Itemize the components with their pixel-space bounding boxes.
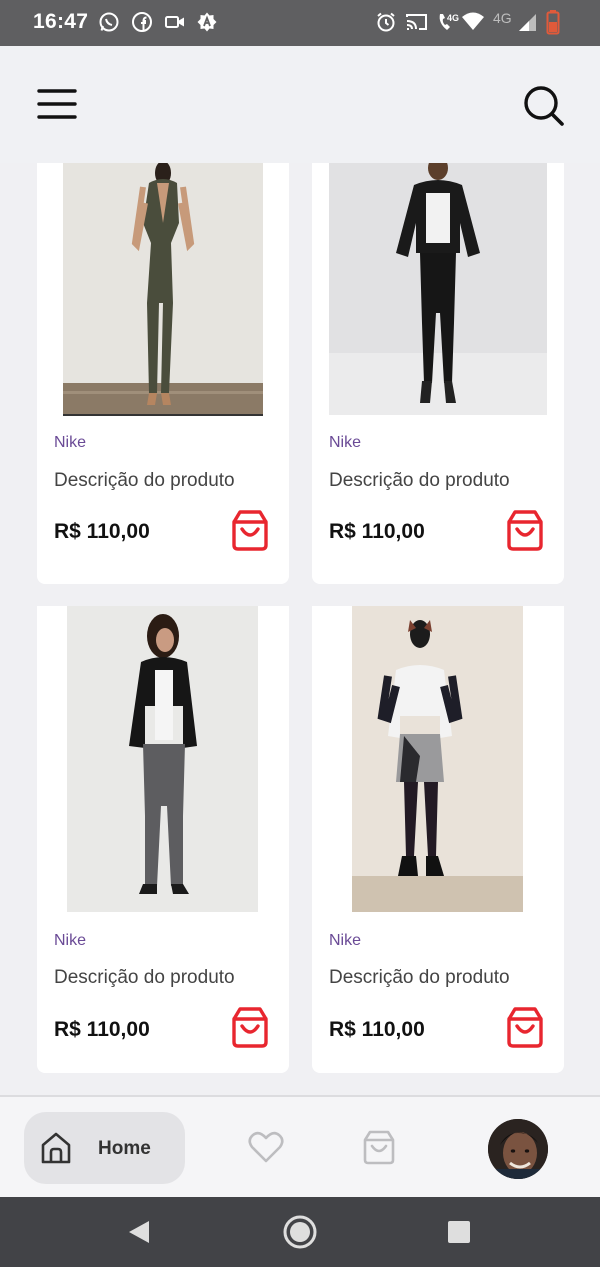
bottom-navigation: Home xyxy=(0,1095,600,1199)
system-navigation-bar xyxy=(0,1197,600,1267)
home-icon xyxy=(41,1132,71,1164)
product-image xyxy=(312,606,564,912)
product-description: Descrição do produto xyxy=(54,470,235,491)
hamburger-menu-icon[interactable] xyxy=(36,84,78,124)
add-to-cart-icon[interactable] xyxy=(230,1006,270,1048)
video-camera-icon xyxy=(165,16,184,28)
add-to-cart-icon[interactable] xyxy=(505,509,545,551)
product-price: R$ 110,00 xyxy=(329,520,425,543)
product-image xyxy=(37,163,289,425)
product-grid: Nike Descrição do produto R$ 110,00 Nike… xyxy=(0,163,600,1095)
product-brand: Nike xyxy=(54,434,87,451)
wifi-icon xyxy=(462,12,484,30)
status-bar: 16:47 4G 4G xyxy=(0,0,600,46)
recents-square-icon[interactable] xyxy=(448,1221,470,1243)
facebook-icon xyxy=(132,12,152,32)
add-to-cart-icon[interactable] xyxy=(505,1006,545,1048)
product-card[interactable]: Nike Descrição do produto R$ 110,00 xyxy=(312,163,564,584)
network-label-2: 4G xyxy=(493,10,512,26)
search-icon[interactable] xyxy=(520,82,566,128)
product-price: R$ 110,00 xyxy=(54,520,150,543)
product-card[interactable]: Nike Descrição do produto R$ 110,00 xyxy=(37,163,289,584)
product-description: Descrição do produto xyxy=(329,967,510,988)
back-icon[interactable] xyxy=(127,1219,151,1245)
signal-4g-icon xyxy=(519,14,536,31)
product-brand: Nike xyxy=(329,932,362,949)
product-image xyxy=(312,163,564,425)
nav-home-label: Home xyxy=(98,1138,151,1159)
add-to-cart-icon[interactable] xyxy=(230,509,270,551)
product-card[interactable]: Nike Descrição do produto R$ 110,00 xyxy=(312,606,564,1073)
product-price: R$ 110,00 xyxy=(329,1018,425,1041)
product-price: R$ 110,00 xyxy=(54,1018,150,1041)
product-image xyxy=(37,606,289,912)
product-brand: Nike xyxy=(329,434,362,451)
status-time: 16:47 xyxy=(33,10,89,33)
alarm-icon xyxy=(377,12,395,32)
product-card[interactable]: Nike Descrição do produto R$ 110,00 xyxy=(37,606,289,1073)
nav-home-button[interactable]: Home xyxy=(24,1112,185,1184)
shopping-bag-icon[interactable] xyxy=(362,1129,396,1165)
heart-icon[interactable] xyxy=(248,1130,284,1164)
app-notification-icon xyxy=(197,12,217,32)
home-circle-icon[interactable] xyxy=(282,1214,318,1250)
top-app-bar xyxy=(0,46,600,163)
cast-icon xyxy=(406,14,427,30)
product-description: Descrição do produto xyxy=(54,967,235,988)
whatsapp-icon xyxy=(99,12,119,32)
network-label-1: 4G xyxy=(447,13,460,23)
product-brand: Nike xyxy=(54,932,87,949)
product-description: Descrição do produto xyxy=(329,470,510,491)
battery-low-icon xyxy=(546,10,560,35)
avatar[interactable] xyxy=(488,1119,548,1179)
